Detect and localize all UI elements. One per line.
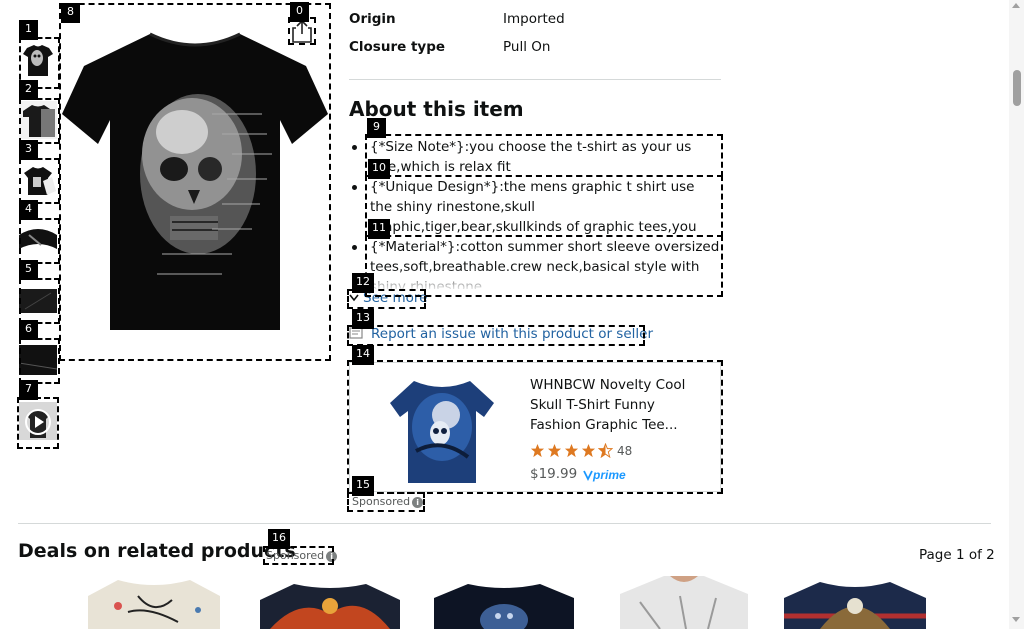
- report-flag-icon: [349, 326, 363, 344]
- bullet-dot: [352, 145, 357, 150]
- ad-product-title[interactable]: WHNBCW Novelty Cool Skull T-Shirt Funny …: [530, 375, 710, 435]
- som-label-9: 9: [367, 118, 386, 138]
- deals-divider: [18, 523, 991, 524]
- sponsored-text: Sponsored: [266, 549, 325, 562]
- som-label-1: 1: [19, 20, 38, 40]
- som-label-7: 7: [19, 380, 38, 400]
- spec-value-closure: Pull On: [503, 39, 551, 55]
- thumbnail-2[interactable]: [19, 101, 57, 139]
- thumbnail-6[interactable]: [19, 341, 57, 379]
- info-icon: i: [326, 551, 338, 562]
- deal-product-2[interactable]: [260, 576, 400, 629]
- thumbnail-1[interactable]: [19, 40, 57, 78]
- ad-price: $19.99: [530, 466, 578, 482]
- bullet-text: {*Unique Design*}:the mens graphic t shi…: [370, 179, 697, 235]
- page-scrollbar[interactable]: [1009, 0, 1024, 629]
- ad-sponsored-label[interactable]: Sponsored i: [352, 495, 424, 508]
- report-issue-label: Report an issue with this product or sel…: [371, 326, 654, 342]
- report-issue-link[interactable]: Report an issue with this product or sel…: [349, 326, 653, 344]
- star-full-icon: [530, 443, 545, 458]
- thumbnail-3[interactable]: [19, 161, 57, 199]
- scroll-up-arrow-icon[interactable]: [1012, 3, 1020, 8]
- text-fade-overlay: [366, 268, 721, 292]
- thumbnail-5[interactable]: [19, 281, 57, 319]
- deals-sponsored-label[interactable]: Sponsored i: [266, 549, 338, 562]
- spec-value-origin: Imported: [503, 11, 565, 27]
- thumbnail-video[interactable]: [19, 402, 57, 440]
- prime-badge-text: prime: [592, 468, 626, 482]
- spec-label-origin: Origin: [349, 11, 396, 27]
- bullet-dot: [352, 245, 357, 250]
- deals-section-title: Deals on related products: [18, 540, 296, 562]
- see-more-label: See more: [363, 290, 428, 306]
- sponsored-product-card[interactable]: WHNBCW Novelty Cool Skull T-Shirt Funny …: [349, 362, 721, 492]
- sponsored-text: Sponsored: [352, 495, 411, 508]
- star-half-icon: [598, 443, 613, 458]
- star-full-icon: [581, 443, 596, 458]
- som-label-4: 4: [19, 200, 38, 220]
- scrollbar-thumb[interactable]: [1013, 70, 1021, 106]
- ad-rating-count[interactable]: 48: [617, 444, 632, 458]
- chevron-down-icon: [349, 290, 359, 306]
- about-section-title: About this item: [349, 97, 524, 121]
- section-divider: [349, 79, 721, 80]
- thumbnail-4[interactable]: [19, 221, 57, 259]
- ad-product-image[interactable]: [386, 371, 498, 485]
- share-icon[interactable]: [290, 18, 314, 44]
- bullet-item-unique-design[interactable]: {*Unique Design*}:the mens graphic t shi…: [349, 177, 721, 237]
- star-full-icon: [564, 443, 579, 458]
- bullet-text: {*Size Note*}:you choose the t-shirt as …: [370, 139, 692, 175]
- see-more-link[interactable]: See more: [349, 290, 427, 306]
- som-label-5: 5: [19, 260, 38, 280]
- ad-star-rating[interactable]: 48: [530, 443, 632, 458]
- som-label-6: 6: [19, 320, 38, 340]
- deal-product-4[interactable]: [620, 576, 748, 629]
- deal-product-1[interactable]: [88, 576, 220, 629]
- star-full-icon: [547, 443, 562, 458]
- som-label-3: 3: [19, 140, 38, 160]
- bullet-dot: [352, 185, 357, 190]
- deal-product-3[interactable]: [434, 576, 574, 629]
- som-label-2: 2: [19, 80, 38, 100]
- spec-label-closure: Closure type: [349, 39, 446, 55]
- main-product-image[interactable]: [62, 4, 328, 358]
- prime-badge-icon: prime: [583, 467, 629, 486]
- scroll-down-arrow-icon[interactable]: [1012, 617, 1020, 622]
- deal-product-5[interactable]: [784, 576, 926, 629]
- carousel-page-indicator: Page 1 of 2: [919, 547, 995, 563]
- bullet-item-size-note[interactable]: {*Size Note*}:you choose the t-shirt as …: [349, 137, 721, 177]
- info-icon: i: [412, 497, 424, 508]
